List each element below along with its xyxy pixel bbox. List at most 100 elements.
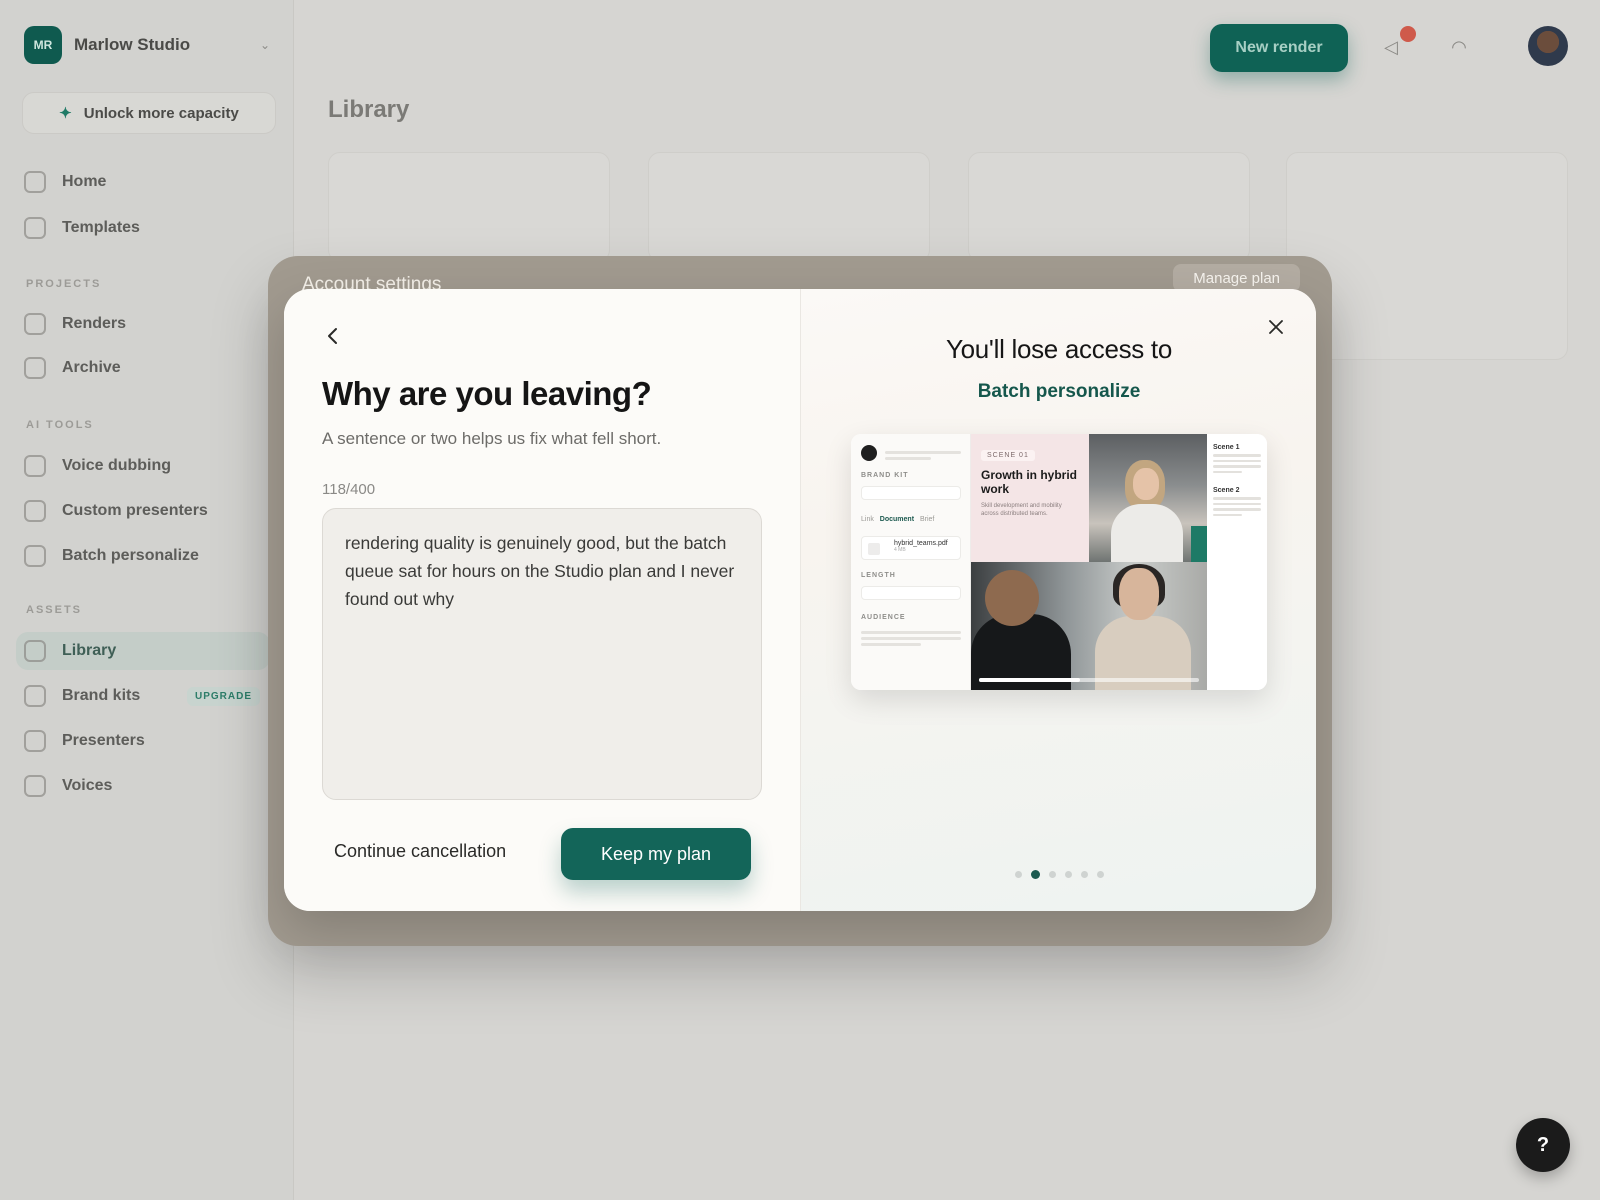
preview-audience-label: AUDIENCE — [861, 614, 906, 621]
scene-card: SCENE 01 Growth in hybrid work Skill dev… — [971, 434, 1089, 562]
feedback-panel: Why are you leaving? A sentence or two h… — [284, 289, 800, 911]
section-projects: PROJECTS — [26, 278, 102, 290]
library-card[interactable] — [328, 152, 610, 262]
sidebar-item-batch-personalize[interactable]: Batch personalize — [24, 537, 272, 575]
presenter-icon — [24, 500, 46, 522]
sidebar-item-presenters[interactable]: Presenters — [24, 722, 272, 760]
preview-tab-brief: Brief — [919, 516, 935, 523]
sidebar-item-label: Library — [62, 642, 117, 659]
voices-icon — [24, 775, 46, 797]
section-ai-tools: AI TOOLS — [26, 419, 94, 431]
file-name: hybrid_teams.pdf — [894, 540, 948, 547]
scene-tag: SCENE 01 — [981, 450, 1035, 461]
carousel-dot[interactable] — [1064, 871, 1072, 878]
workspace-switcher[interactable]: MR Marlow Studio ⌄ — [24, 26, 270, 64]
sidebar-item-label: Renders — [62, 315, 127, 332]
lose-access-title: You'll lose access to — [945, 334, 1173, 364]
scene-list-item: Scene 2 — [1213, 487, 1240, 494]
sidebar-item-label: Archive — [62, 359, 121, 376]
brand-kit-icon — [24, 685, 46, 707]
library-card[interactable] — [968, 152, 1250, 262]
sidebar-item-voices[interactable]: Voices — [24, 767, 272, 805]
feedback-textarea[interactable]: rendering quality is genuinely good, but… — [322, 508, 762, 800]
templates-icon — [24, 217, 46, 239]
preview-length-label: LENGTH — [861, 572, 896, 579]
library-icon — [24, 640, 46, 662]
preview-file: hybrid_teams.pdf 4 MB — [861, 536, 961, 560]
sidebar-item-label: Home — [62, 173, 107, 190]
sidebar-item-voice-dubbing[interactable]: Voice dubbing — [24, 447, 272, 485]
keep-plan-button[interactable]: Keep my plan — [561, 828, 751, 880]
new-render-button[interactable]: New render — [1210, 24, 1348, 72]
sparkle-icon: ✦ — [59, 105, 72, 122]
continue-cancellation-button[interactable]: Continue cancellation — [334, 833, 506, 869]
loss-panel: You'll lose access to Batch personalize … — [800, 289, 1316, 911]
back-arrow-icon[interactable] — [322, 325, 344, 347]
sidebar-item-templates[interactable]: Templates — [24, 209, 272, 247]
carousel-dot[interactable] — [1080, 871, 1088, 878]
sidebar-item-renders[interactable]: Renders — [24, 305, 272, 343]
sidebar-item-brand-kits[interactable]: Brand kits UPGRADE — [24, 677, 272, 715]
carousel-dot[interactable] — [1048, 871, 1056, 878]
sidebar-item-label: Presenters — [62, 732, 145, 749]
unlock-label: Unlock more capacity — [83, 104, 239, 122]
modal-subtitle: A sentence or two helps us fix what fell… — [322, 429, 662, 448]
sidebar-item-label: Templates — [62, 219, 140, 236]
sidebar-item-label: Custom presenters — [62, 502, 208, 519]
voice-icon — [24, 455, 46, 477]
sidebar-item-label: Voices — [62, 777, 113, 794]
file-size: 4 MB — [894, 547, 906, 553]
manage-plan-button[interactable]: Manage plan — [1173, 264, 1300, 292]
video-progress-bar — [979, 678, 1199, 682]
preview-brand-kit-label: BRAND KIT — [861, 472, 909, 479]
preview-tabs: Link Document Brief — [861, 516, 934, 523]
video-icon — [24, 545, 46, 567]
carousel-dot[interactable] — [1096, 871, 1104, 878]
library-card[interactable] — [648, 152, 930, 262]
scene-list-item: Scene 1 — [1213, 444, 1240, 451]
preview-tab-link: Link — [861, 516, 874, 523]
feature-name: Batch personalize — [977, 381, 1141, 402]
carousel-dot[interactable] — [1014, 871, 1022, 878]
bell-icon[interactable]: ◠ — [1448, 36, 1470, 58]
preview-avatar — [861, 444, 877, 461]
workspace-name: Marlow Studio — [74, 35, 191, 54]
carousel-dot-active[interactable] — [1030, 870, 1040, 879]
presenters-icon — [24, 730, 46, 752]
sidebar: MR Marlow Studio ⌄ ✦ Unlock more capacit… — [0, 0, 294, 1200]
carousel-dots — [801, 870, 1316, 879]
preview-scene-list: Scene 1 Scene 2 — [1207, 434, 1267, 690]
sidebar-item-label: Voice dubbing — [62, 457, 172, 474]
sidebar-item-home[interactable]: Home — [24, 163, 272, 201]
upgrade-badge: UPGRADE — [186, 686, 260, 706]
sidebar-item-custom-presenters[interactable]: Custom presenters — [24, 492, 272, 530]
page-title: Library — [328, 96, 410, 123]
sidebar-item-label: Batch personalize — [62, 547, 199, 564]
modal-title: Why are you leaving? — [322, 375, 652, 412]
scene-description: Skill development and mobility across di… — [981, 503, 1062, 517]
unlock-capacity-button[interactable]: ✦ Unlock more capacity — [22, 92, 276, 134]
scene-title: Growth in hybrid work — [981, 468, 1077, 496]
sidebar-item-archive[interactable]: Archive — [24, 349, 272, 387]
chevron-down-icon: ⌄ — [259, 38, 270, 52]
section-assets: ASSETS — [26, 604, 83, 616]
megaphone-icon[interactable]: ◁ — [1380, 36, 1402, 58]
file-icon — [868, 543, 880, 555]
home-icon — [24, 171, 46, 193]
preview-sidebar: BRAND KIT Link Document Brief hybrid_tea… — [851, 434, 971, 690]
help-button[interactable]: ? — [1516, 1118, 1570, 1172]
notification-badge — [1400, 26, 1416, 42]
renders-icon — [24, 313, 46, 335]
sidebar-item-library[interactable]: Library — [16, 632, 270, 670]
sidebar-item-label: Brand kits — [62, 687, 141, 704]
trash-icon — [24, 357, 46, 379]
preview-tab-document: Document — [879, 516, 915, 523]
workspace-logo: MR — [24, 26, 62, 64]
preview-length-input — [861, 586, 961, 600]
interview-photo — [971, 562, 1207, 690]
avatar[interactable] — [1528, 26, 1568, 66]
cancellation-modal: Why are you leaving? A sentence or two h… — [284, 289, 1316, 911]
preview-input — [861, 486, 961, 500]
character-counter: 118/400 — [322, 481, 376, 498]
presenter-photo — [1089, 434, 1207, 562]
